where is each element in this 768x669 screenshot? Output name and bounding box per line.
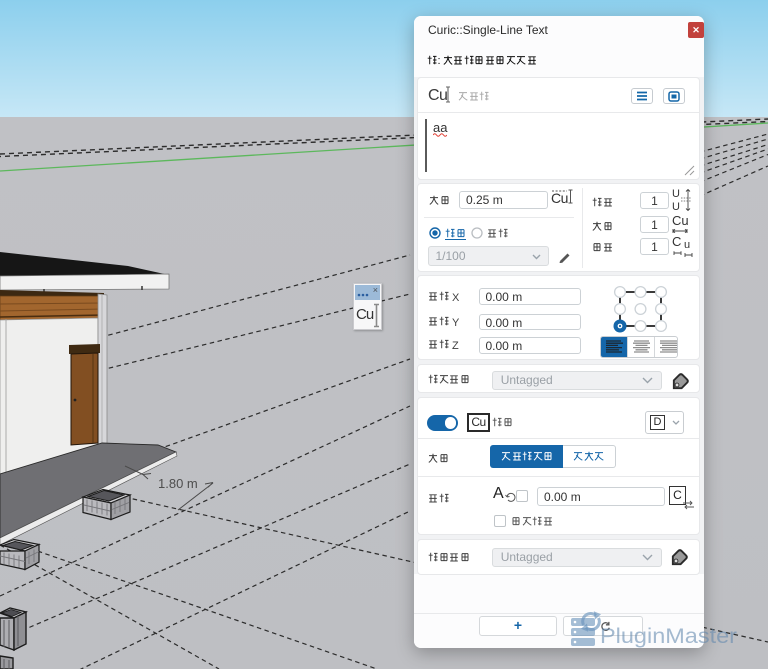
svg-text:1.80 m: 1.80 m — [158, 476, 198, 491]
svg-text:U: U — [672, 201, 680, 212]
svg-text:u: u — [684, 239, 690, 251]
svg-text:C: C — [672, 234, 681, 249]
svg-text:Cu: Cu — [672, 213, 689, 228]
svg-text:U: U — [672, 188, 680, 200]
